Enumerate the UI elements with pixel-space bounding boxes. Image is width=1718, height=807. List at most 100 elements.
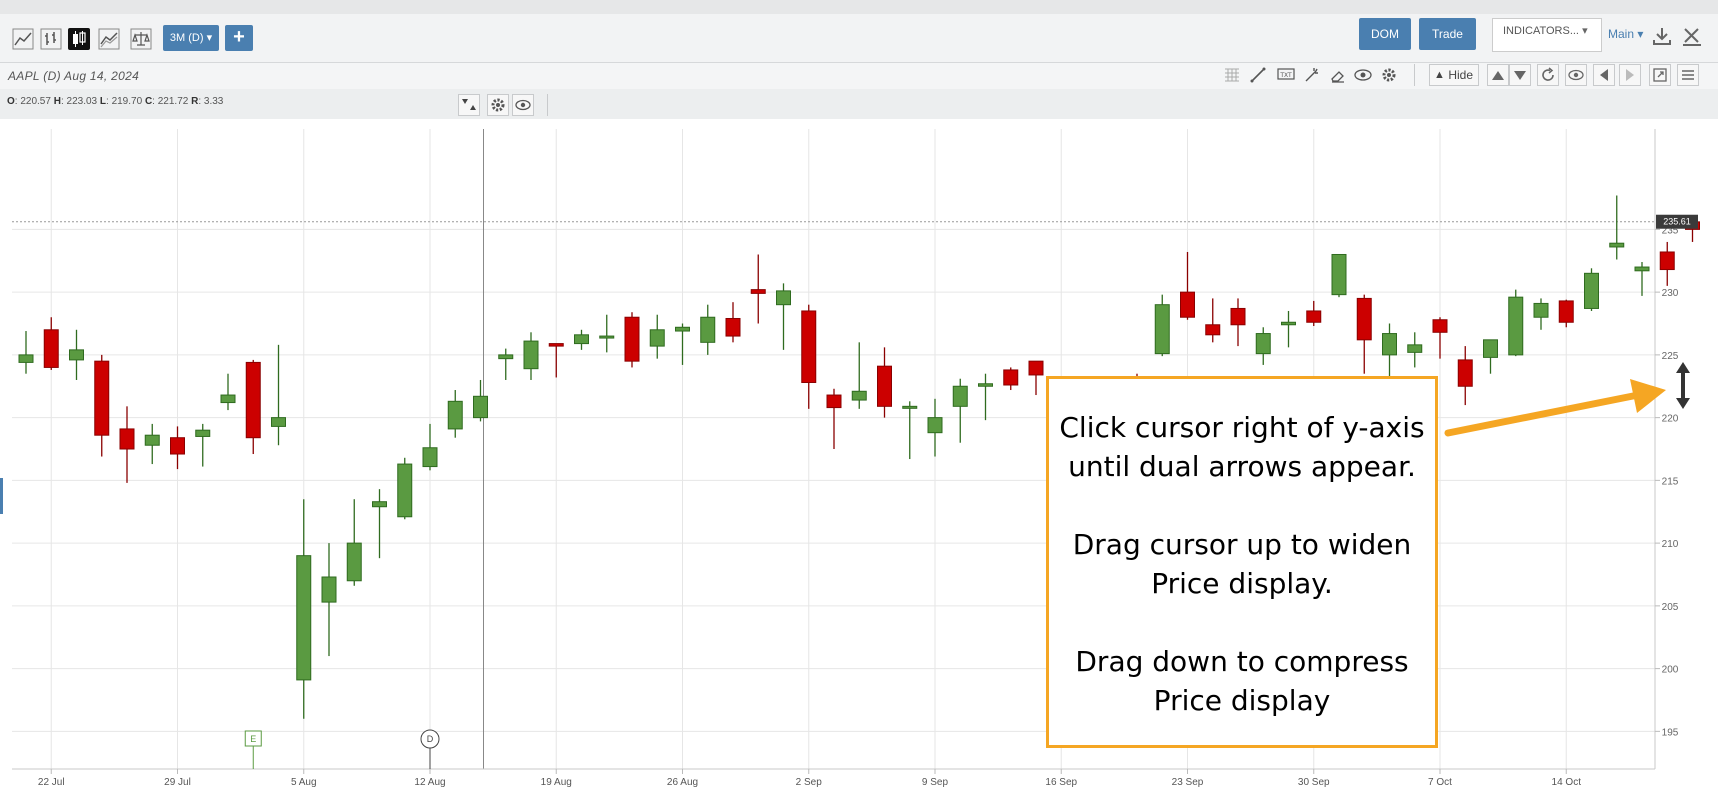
study-eye-icon[interactable] [512, 94, 534, 116]
download-icon[interactable] [1650, 24, 1674, 48]
low-value: 219.70 [111, 96, 143, 107]
callout-line-4: Price display. [1151, 567, 1333, 600]
area-chart-icon[interactable] [98, 28, 120, 50]
collapse-toggle-icon[interactable] [458, 94, 480, 116]
hide-button[interactable]: ▲ Hide [1429, 64, 1479, 86]
y-tick-label: 215 [1662, 476, 1679, 487]
candle-body [927, 417, 943, 434]
candle-body [1407, 344, 1423, 353]
line-chart-icon[interactable] [12, 28, 34, 50]
candle-body [1457, 359, 1473, 387]
candle-body [69, 349, 84, 361]
candle-body [346, 542, 362, 582]
candle-body [801, 310, 817, 383]
callout-line-5: Drag down to compress [1075, 645, 1409, 678]
earnings-marker-label: E [250, 734, 256, 744]
candlestick-icon[interactable] [68, 28, 90, 50]
window-top-strip [0, 0, 1718, 14]
candle-body [649, 329, 665, 347]
symbol-label: AAPL (D) Aug 14, 2024 [8, 69, 140, 83]
price-chart[interactable]: 195200205210215220225230235 22 Jul 29 Jul… [0, 119, 1718, 807]
close-icon[interactable] [1680, 24, 1704, 48]
candle-body [700, 316, 716, 343]
x-tick-label: 9 Sep [922, 777, 949, 788]
caret-down-icon: ▾ [206, 32, 213, 44]
text-annotation-icon[interactable]: TXT [1276, 65, 1296, 85]
ohlc-divider [547, 94, 548, 116]
left-panel-handle[interactable] [0, 478, 3, 514]
candle-body [1028, 360, 1044, 376]
candle-body [1281, 321, 1296, 326]
candle-body [877, 365, 892, 407]
candle-body [271, 417, 286, 427]
ohlc-readout: O: 220.57 H: 223.03 L: 219.70 C: 221.72 … [7, 96, 224, 107]
candle-body [1331, 253, 1347, 296]
eye-icon[interactable] [1353, 65, 1373, 85]
candle-body [1382, 333, 1397, 356]
main-dropdown[interactable]: Main ▾ [1608, 27, 1643, 41]
indicators-label: INDICATORS... [1503, 25, 1579, 37]
last-price-tag: 235.61 [1656, 214, 1698, 229]
study-gear-icon[interactable] [487, 94, 509, 116]
y-tick-label: 200 [1662, 665, 1679, 676]
x-tick-label: 22 Jul [38, 777, 65, 788]
move-up-button[interactable] [1487, 64, 1509, 86]
close-key: C [144, 96, 153, 107]
y-axis-ticks: 195200205210215220225230235 [1655, 225, 1679, 738]
ohlc-bars-icon[interactable] [40, 28, 62, 50]
candle-body [1659, 251, 1675, 271]
trade-button[interactable]: Trade [1419, 18, 1476, 50]
range-key: R [191, 96, 199, 107]
candle-body [372, 501, 387, 508]
candle-body [220, 394, 236, 404]
candle-body [94, 360, 110, 436]
y-tick-label: 195 [1662, 727, 1679, 738]
candle-body [1205, 324, 1221, 336]
gear-icon[interactable] [1379, 65, 1399, 85]
candle-body [1306, 310, 1322, 323]
candle-body [1180, 291, 1195, 318]
candle-body [296, 555, 312, 681]
caret-down-icon: ▾ [1582, 25, 1588, 37]
trendline-icon[interactable] [1248, 65, 1268, 85]
candle-body [851, 390, 867, 401]
candle-body [1255, 333, 1271, 355]
eraser-icon[interactable] [1328, 65, 1348, 85]
period-label: 3M (D) [169, 32, 204, 44]
candle-body [1432, 319, 1448, 333]
candle-body [447, 400, 463, 430]
expand-icon[interactable] [1649, 64, 1671, 86]
low-key: L [99, 96, 106, 107]
candle-up [1508, 289, 1524, 357]
indicators-dropdown[interactable]: INDICATORS... ▾ [1492, 18, 1602, 52]
x-tick-label: 16 Sep [1045, 777, 1077, 788]
grid-icon[interactable] [1222, 65, 1242, 85]
period-dropdown[interactable]: 3M (D) ▾ [163, 25, 219, 51]
balance-scale-icon[interactable] [130, 28, 152, 50]
move-down-button[interactable] [1509, 64, 1531, 86]
candle-up [397, 457, 413, 520]
open-value: 220.57 [20, 96, 51, 107]
caret-down-icon: ▾ [1637, 27, 1644, 41]
candle-body [498, 354, 514, 360]
scroll-right-button[interactable] [1619, 64, 1641, 86]
x-tick-label: 23 Sep [1172, 777, 1204, 788]
chart-toolbar: 3M (D) ▾ + DOM Trade INDICATORS... ▾ Mai… [0, 14, 1718, 63]
add-button[interactable]: + [225, 25, 253, 51]
candle-body [1584, 272, 1599, 309]
y-tick-label: 225 [1662, 351, 1679, 362]
candle-body [574, 334, 589, 345]
range-value: 3.33 [203, 96, 224, 107]
hamburger-menu-icon[interactable] [1677, 64, 1699, 86]
callout-line-2: until dual arrows appear. [1068, 450, 1416, 483]
close-value: 221.72 [157, 96, 189, 107]
dom-button[interactable]: DOM [1359, 18, 1411, 50]
candle-body [170, 437, 185, 455]
scroll-left-button[interactable] [1593, 64, 1615, 86]
magic-wand-icon[interactable] [1302, 65, 1322, 85]
refresh-icon[interactable] [1537, 64, 1559, 86]
candle-body [1609, 242, 1625, 248]
candle-body [18, 354, 34, 363]
visibility-eye-icon[interactable] [1565, 64, 1587, 86]
dividend-marker-label: D [427, 734, 434, 744]
